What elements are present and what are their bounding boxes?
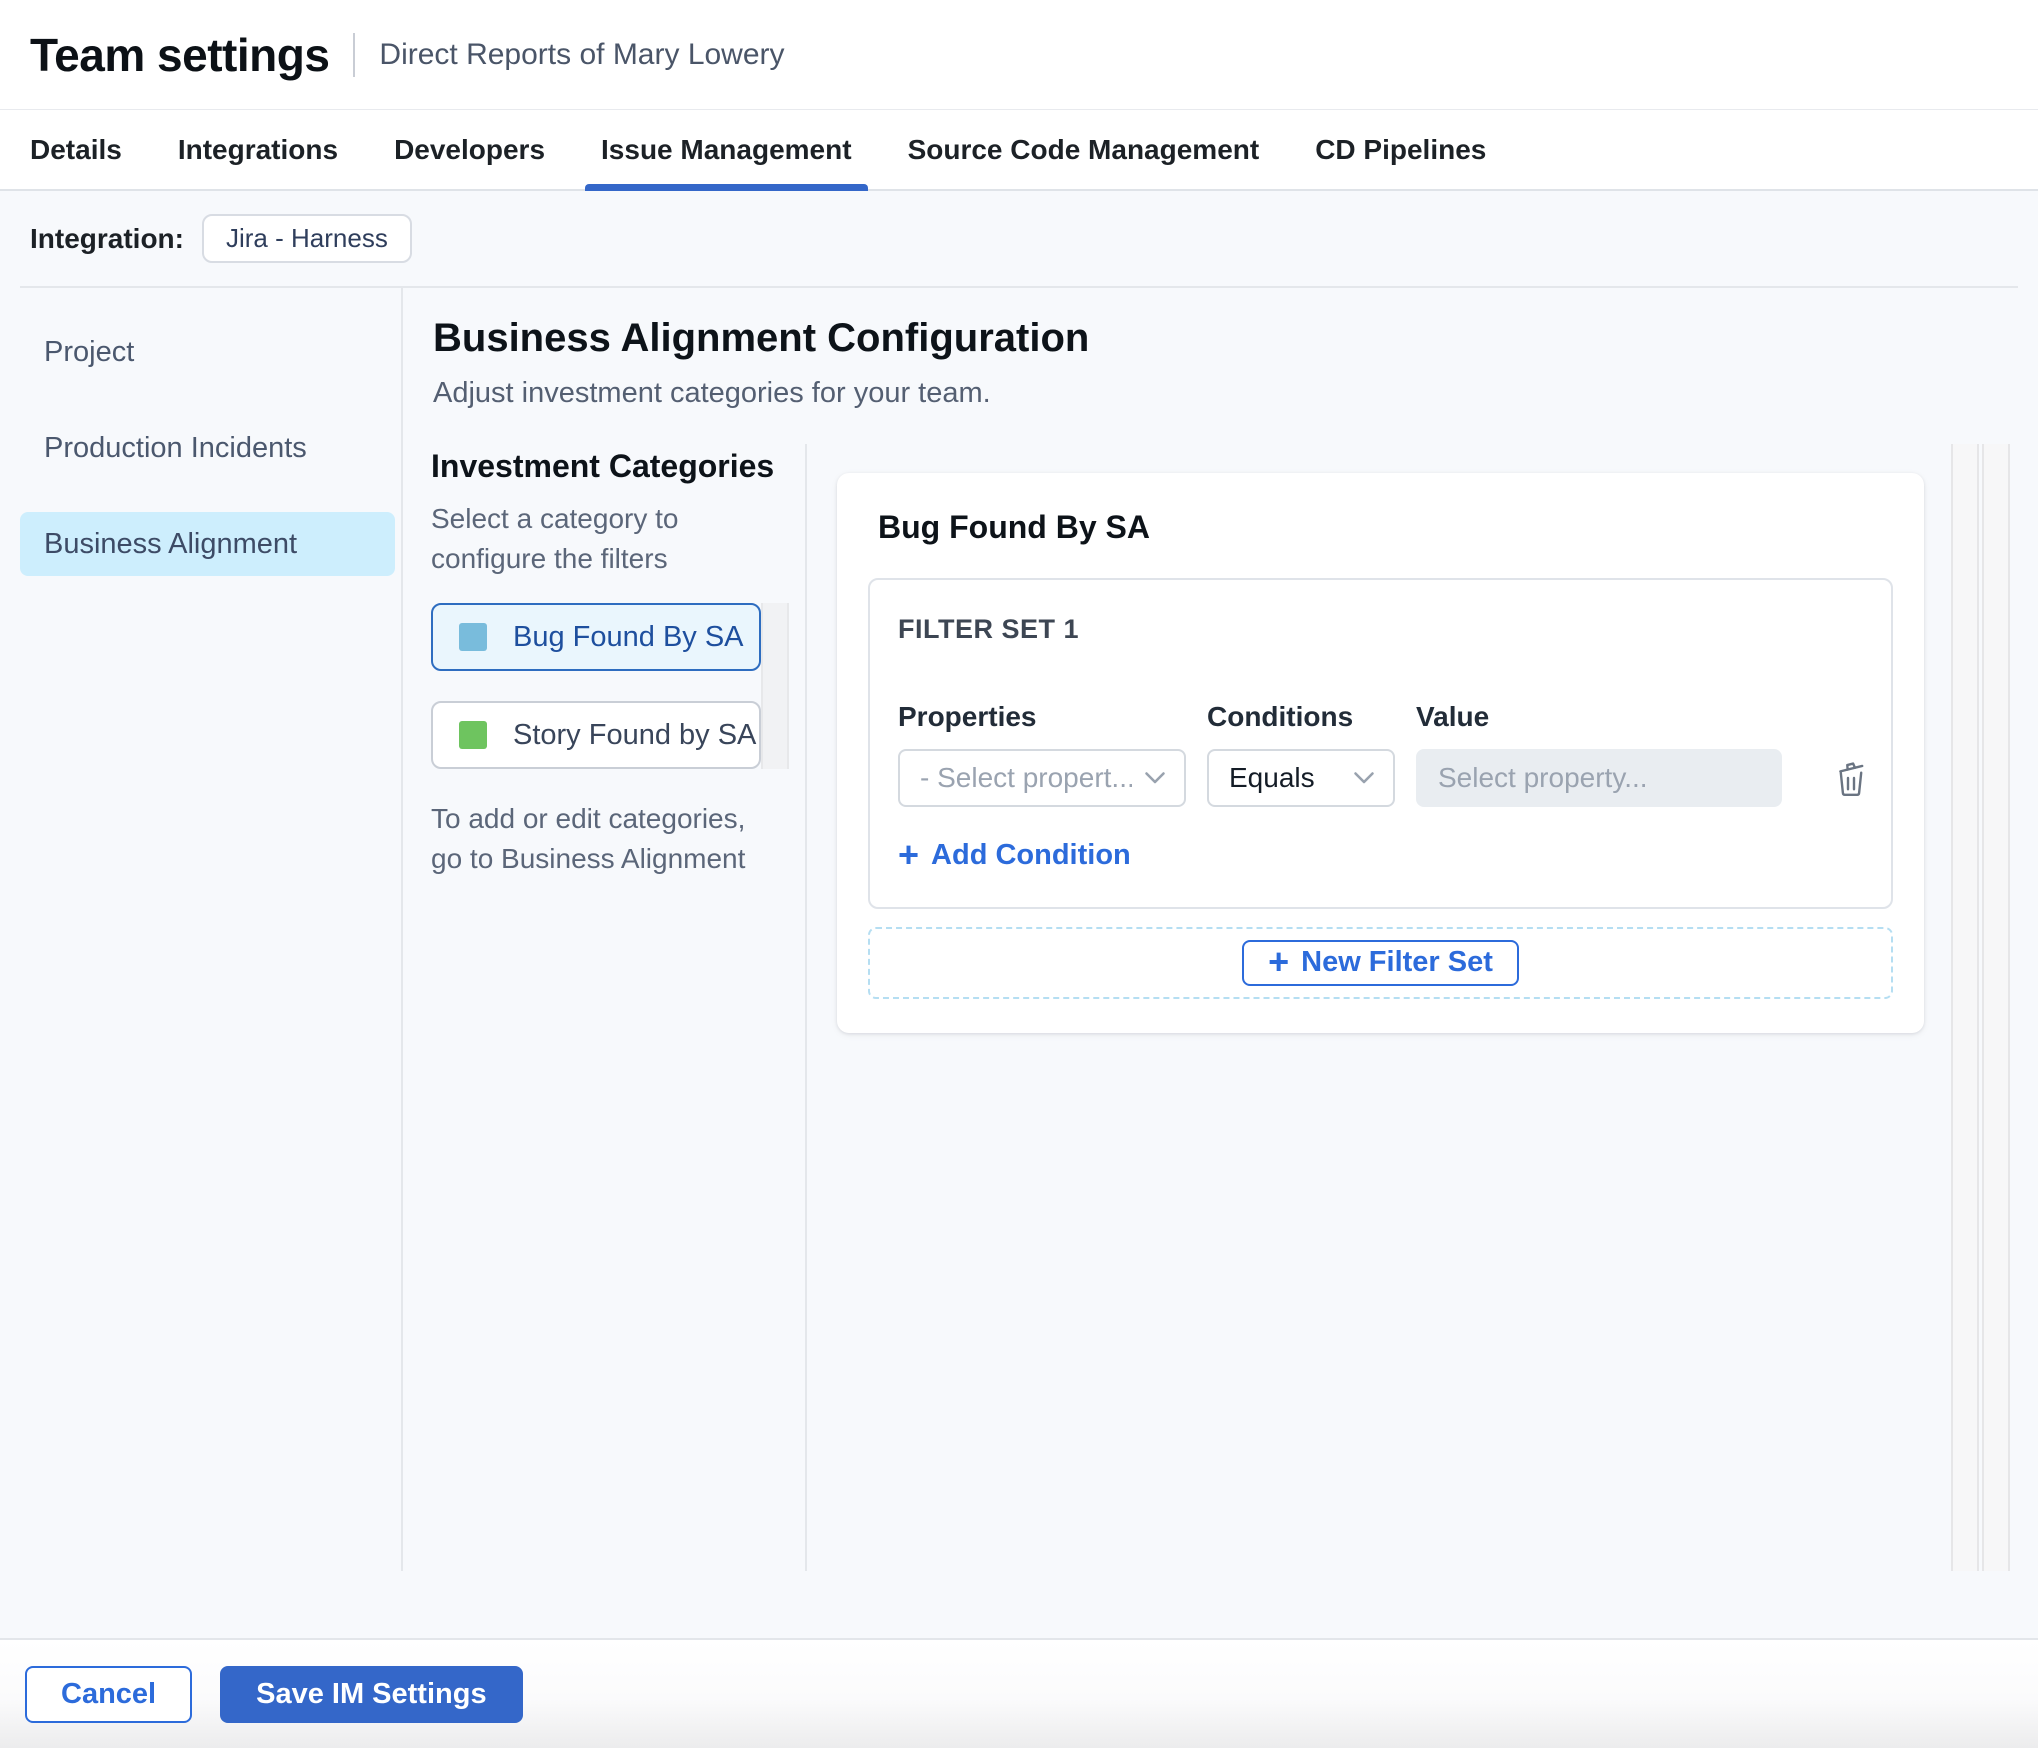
integration-badge[interactable]: Jira - Harness — [202, 214, 412, 263]
category-item-bug-found-by-sa[interactable]: Bug Found By SA — [431, 603, 761, 671]
issue-management-main: Project Production Incidents Business Al… — [0, 288, 2038, 1571]
settings-tabbar: Details Integrations Developers Issue Ma… — [0, 110, 2038, 191]
investment-categories-heading: Investment Categories — [431, 448, 775, 484]
category-label: Bug Found By SA — [513, 620, 744, 653]
condition-select-value: Equals — [1229, 762, 1315, 793]
page-subtitle: Direct Reports of Mary Lowery — [379, 37, 785, 71]
category-item-story-found-by-sa[interactable]: Story Found by SA — [431, 701, 761, 769]
title-divider — [353, 32, 356, 77]
category-label: Story Found by SA — [513, 718, 757, 751]
category-filter-card: Bug Found By SA FILTER SET 1 Properties … — [837, 473, 1924, 1033]
config-body: Investment Categories Select a category … — [403, 444, 2038, 1571]
chevron-down-icon — [1354, 772, 1374, 784]
config-title: Business Alignment Configuration — [433, 316, 1090, 360]
tab-details[interactable]: Details — [30, 110, 122, 189]
sidebar-item-production-incidents[interactable]: Production Incidents — [20, 416, 395, 480]
category-swatch-blue — [459, 623, 487, 651]
condition-grid: Properties Conditions Value - Select pro… — [898, 701, 1864, 807]
settings-left-nav: Project Production Incidents Business Al… — [20, 288, 401, 1571]
tab-content: Integration: Jira - Harness Project Prod… — [0, 191, 2038, 1638]
condition-select[interactable]: Equals — [1207, 749, 1395, 807]
category-swatch-green — [459, 721, 487, 749]
category-list-scrollbar[interactable] — [761, 603, 789, 769]
business-alignment-section: Business Alignment Configuration Adjust … — [403, 288, 2038, 1571]
integration-label: Integration: — [30, 222, 184, 254]
new-filter-set-button[interactable]: + New Filter Set — [1242, 939, 1519, 986]
investment-categories-help: Select a category to configure the filte… — [431, 503, 679, 574]
new-filter-set-label: New Filter Set — [1301, 946, 1493, 978]
cancel-button[interactable]: Cancel — [25, 1665, 193, 1723]
category-list: Bug Found By SA Story Found by SA — [431, 603, 789, 769]
value-input[interactable] — [1416, 749, 1782, 807]
tab-integrations[interactable]: Integrations — [178, 110, 338, 189]
page-title: Team settings — [30, 28, 330, 81]
footer-action-bar: Cancel Save IM Settings — [0, 1638, 2038, 1748]
tab-developers[interactable]: Developers — [394, 110, 545, 189]
config-subtitle: Adjust investment categories for your te… — [433, 377, 991, 409]
tab-issue-management[interactable]: Issue Management — [585, 110, 868, 191]
filter-set-box: FILTER SET 1 Properties Conditions Value… — [868, 578, 1893, 909]
value-column-label: Value — [1416, 701, 1490, 732]
chevron-down-icon — [1145, 772, 1165, 784]
filter-configuration-panel: Bug Found By SA FILTER SET 1 Properties … — [807, 444, 2038, 1571]
property-select[interactable]: - Select propert... — [898, 749, 1186, 807]
page-header: Team settings Direct Reports of Mary Low… — [0, 0, 2038, 110]
properties-column-label: Properties — [898, 701, 1037, 732]
tab-source-code-management[interactable]: Source Code Management — [908, 110, 1260, 189]
bottom-spacer — [0, 1571, 2038, 1638]
delete-condition-button[interactable] — [1827, 754, 1875, 802]
save-im-settings-button[interactable]: Save IM Settings — [220, 1665, 523, 1723]
integration-row: Integration: Jira - Harness — [0, 191, 2038, 286]
team-settings-page: Team settings Direct Reports of Mary Low… — [0, 0, 2038, 1748]
sidebar-item-project[interactable]: Project — [20, 320, 395, 384]
sidebar-item-business-alignment[interactable]: Business Alignment — [20, 512, 395, 576]
conditions-column-label: Conditions — [1207, 701, 1354, 732]
config-header: Business Alignment Configuration Adjust … — [403, 288, 2038, 444]
panel-scrollbar-inner[interactable] — [1951, 444, 1979, 1571]
trash-icon — [1839, 762, 1864, 796]
tab-cd-pipelines[interactable]: CD Pipelines — [1315, 110, 1486, 189]
property-select-value: - Select propert... — [920, 762, 1132, 793]
new-filter-set-dropzone: + New Filter Set — [868, 926, 1893, 999]
add-condition-label: Add Condition — [931, 839, 1131, 871]
investment-categories-panel: Investment Categories Select a category … — [403, 444, 807, 1571]
filter-set-title: FILTER SET 1 — [898, 614, 1080, 644]
filter-card-title: Bug Found By SA — [878, 509, 1150, 545]
panel-scrollbar-outer[interactable] — [1982, 444, 2010, 1571]
add-condition-button[interactable]: + Add Condition — [898, 836, 1131, 872]
categories-note: To add or edit categories, go to Busines… — [431, 803, 746, 874]
